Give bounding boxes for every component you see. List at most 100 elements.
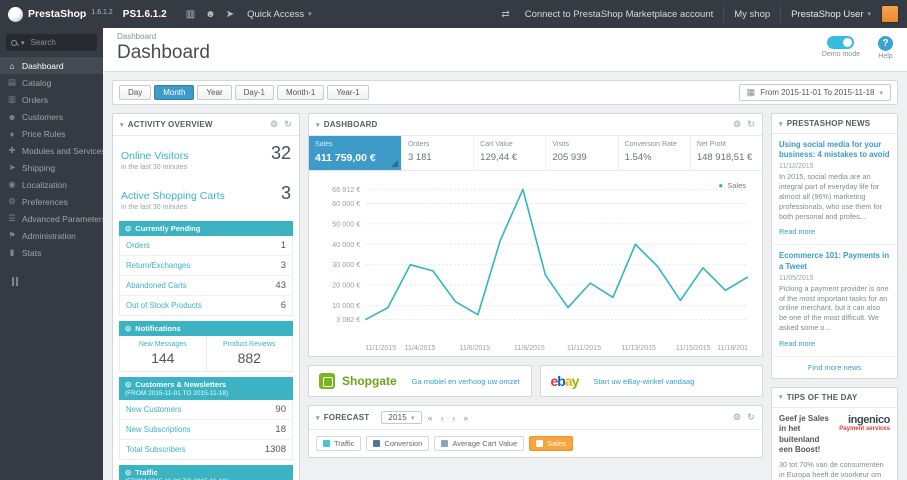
legend-traffic[interactable]: Traffic <box>316 436 362 452</box>
panel-title: TIPS OF THE DAY <box>786 392 858 402</box>
pending-row-orders[interactable]: Orders 1 <box>120 236 292 256</box>
legend-sales[interactable]: Sales <box>529 436 573 452</box>
avatar[interactable] <box>881 5 899 23</box>
kpi-conversion-rate[interactable]: Conversion Rate 1.54% <box>619 136 691 170</box>
catalog-icon: ▤ <box>7 77 17 87</box>
news-article-body: Picking a payment provider is one of the… <box>779 283 889 333</box>
sidebar-item-administration[interactable]: ⚑ Administration <box>0 227 103 244</box>
prestashop-logo[interactable]: PrestaShop 1.6.1.2 <box>8 6 113 22</box>
sidebar-item-price-rules[interactable]: ♦ Price Rules <box>0 125 103 142</box>
news-article-link[interactable]: Ecommerce 101: Payments in a Tweet <box>779 251 890 271</box>
sidebar-item-catalog[interactable]: ▤ Catalog <box>0 74 103 91</box>
read-more-link[interactable]: Read more <box>779 227 815 236</box>
panel-caret-icon[interactable]: ▾ <box>120 121 124 129</box>
news-article-link[interactable]: Using social media for your business: 4 … <box>779 140 890 160</box>
row-value: 90 <box>275 404 286 415</box>
sidebar-item-customers[interactable]: ☻ Customers <box>0 108 103 125</box>
pending-row-abandoned-carts[interactable]: Abandoned Carts 43 <box>120 276 292 296</box>
filter-year-1-button[interactable]: Year-1 <box>327 85 369 100</box>
nav-next-button[interactable]: › <box>450 413 457 423</box>
sidebar-item-modules[interactable]: ✚ Modules and Services <box>0 142 103 159</box>
sidebar-search[interactable]: ▾ <box>6 34 97 51</box>
kpi-label: Orders <box>407 141 430 148</box>
help-button[interactable]: ? Help <box>878 36 893 60</box>
legend-conversion[interactable]: Conversion <box>366 436 430 452</box>
row-label: Orders <box>126 241 150 250</box>
sales-chart: 66 912 € 60 000 € 50 000 € 40 000 € 30 000 €… <box>332 185 749 352</box>
kpi-sales[interactable]: Sales 411 759,00 € <box>309 136 402 170</box>
ebay-link[interactable]: Start uw eBay-winkel vandaag <box>593 377 694 386</box>
online-visitors-sub: in the last 30 minutes <box>121 164 188 171</box>
gear-icon[interactable]: ⚙ <box>733 412 741 423</box>
sidebar-item-preferences[interactable]: ⚙ Preferences <box>0 193 103 210</box>
traffic-header[interactable]: ⊙ Traffic (FROM 2015-11-01 TO 2015-11-18… <box>119 465 293 480</box>
my-shop-link[interactable]: My shop <box>734 9 770 20</box>
panel-caret-icon[interactable]: ▾ <box>316 121 320 129</box>
sidebar-item-advanced-parameters[interactable]: ☰ Advanced Parameters <box>0 210 103 227</box>
read-more-link[interactable]: Read more <box>779 339 815 348</box>
sidebar-item-dashboard[interactable]: ⌂ Dashboard <box>0 57 103 74</box>
panel-caret-icon[interactable]: ▾ <box>316 414 320 422</box>
chevron-down-icon[interactable]: ▾ <box>21 39 25 47</box>
kpi-cart-value[interactable]: Cart Value 129,44 € <box>474 136 547 170</box>
pending-row-returns[interactable]: Return/Exchanges 3 <box>120 256 292 276</box>
filter-month-1-button[interactable]: Month-1 <box>276 85 325 100</box>
quick-access-menu[interactable]: Quick Access ▾ <box>247 9 312 20</box>
panel-caret-icon[interactable]: ▾ <box>779 393 783 401</box>
kpi-value: 205 939 <box>552 152 587 163</box>
search-input[interactable] <box>28 37 92 48</box>
rocket-icon[interactable]: ➤ <box>226 9 234 20</box>
pending-row-out-of-stock[interactable]: Out of Stock Products 6 <box>120 296 292 315</box>
new-messages-cell[interactable]: New Messages 144 <box>120 336 206 371</box>
sidebar-item-label: Localization <box>22 179 67 190</box>
demo-mode-toggle[interactable] <box>827 36 855 49</box>
refresh-icon[interactable]: ↻ <box>284 119 292 130</box>
filter-day-button[interactable]: Day <box>119 85 152 100</box>
bullet-icon: ⊙ <box>125 224 132 233</box>
cart-icon[interactable]: ▥ <box>186 9 195 20</box>
total-subscribers-row[interactable]: Total Subscribers 1308 <box>120 440 292 459</box>
refresh-icon[interactable]: ↻ <box>747 119 755 130</box>
nav-first-button[interactable]: « <box>426 413 435 423</box>
new-subscriptions-row[interactable]: New Subscriptions 18 <box>120 420 292 440</box>
employee-icon[interactable]: ☻ <box>205 9 216 20</box>
nav-last-button[interactable]: » <box>461 413 470 423</box>
sidebar-collapse-button[interactable] <box>12 277 103 286</box>
legend-average-cart-value[interactable]: Average Cart Value <box>434 436 525 452</box>
kpi-orders[interactable]: Orders 3 181 <box>402 136 475 170</box>
sidebar-item-orders[interactable]: ▥ Orders <box>0 91 103 108</box>
marketplace-connect-link[interactable]: Connect to PrestaShop Marketplace accoun… <box>525 9 714 20</box>
new-customers-row[interactable]: New Customers 90 <box>120 400 292 420</box>
date-filter-bar: Day Month Year Day-1 Month-1 Year-1 ▦ Fr… <box>112 80 898 105</box>
localization-icon: ◉ <box>8 179 16 189</box>
shopgate-link[interactable]: Ga mobiel en verhoog uw omzet <box>412 377 520 386</box>
date-range-picker[interactable]: ▦ From 2015-11-01 To 2015-11-18 ▾ <box>738 84 891 101</box>
currently-pending-header[interactable]: ⊙ Currently Pending <box>119 221 293 236</box>
kpi-net-profit[interactable]: Net Profit 148 918,51 € <box>691 136 762 170</box>
row-label: New Customers <box>126 405 182 414</box>
product-reviews-cell[interactable]: Product Reviews 882 <box>205 336 293 371</box>
kpi-visits[interactable]: Visits 205 939 <box>546 136 619 170</box>
filter-year-button[interactable]: Year <box>197 85 232 100</box>
notifications-header[interactable]: ⊙ Notifications <box>119 321 293 336</box>
news-article: Using social media for your business: 4 … <box>772 134 897 246</box>
forecast-legend: Traffic Conversion Average Cart Value Sa… <box>309 430 762 457</box>
sidebar-item-stats[interactable]: ▮ Stats <box>0 244 103 261</box>
user-menu[interactable]: PrestaShop User ▾ <box>791 9 871 20</box>
gear-icon[interactable]: ⚙ <box>270 119 278 130</box>
sidebar-item-localization[interactable]: ◉ Localization <box>0 176 103 193</box>
gear-icon[interactable]: ⚙ <box>733 119 741 130</box>
refresh-icon[interactable]: ↻ <box>747 412 755 423</box>
calendar-icon: ▦ <box>746 87 756 97</box>
row-value: 1308 <box>264 444 286 455</box>
find-more-news-link[interactable]: Find more news <box>772 357 897 378</box>
row-value: 43 <box>275 280 286 291</box>
sidebar-item-shipping[interactable]: ➤ Shipping <box>0 159 103 176</box>
filter-month-button[interactable]: Month <box>154 85 195 100</box>
section-title: Traffic <box>135 468 158 477</box>
customers-newsletters-header[interactable]: ⊙ Customers & Newsletters (FROM 2015-11-… <box>119 377 293 400</box>
forecast-year-select[interactable]: 2015 ▾ <box>381 411 422 425</box>
nav-prev-button[interactable]: ‹ <box>439 413 446 423</box>
filter-day-1-button[interactable]: Day-1 <box>234 85 274 100</box>
panel-caret-icon[interactable]: ▾ <box>779 120 783 128</box>
